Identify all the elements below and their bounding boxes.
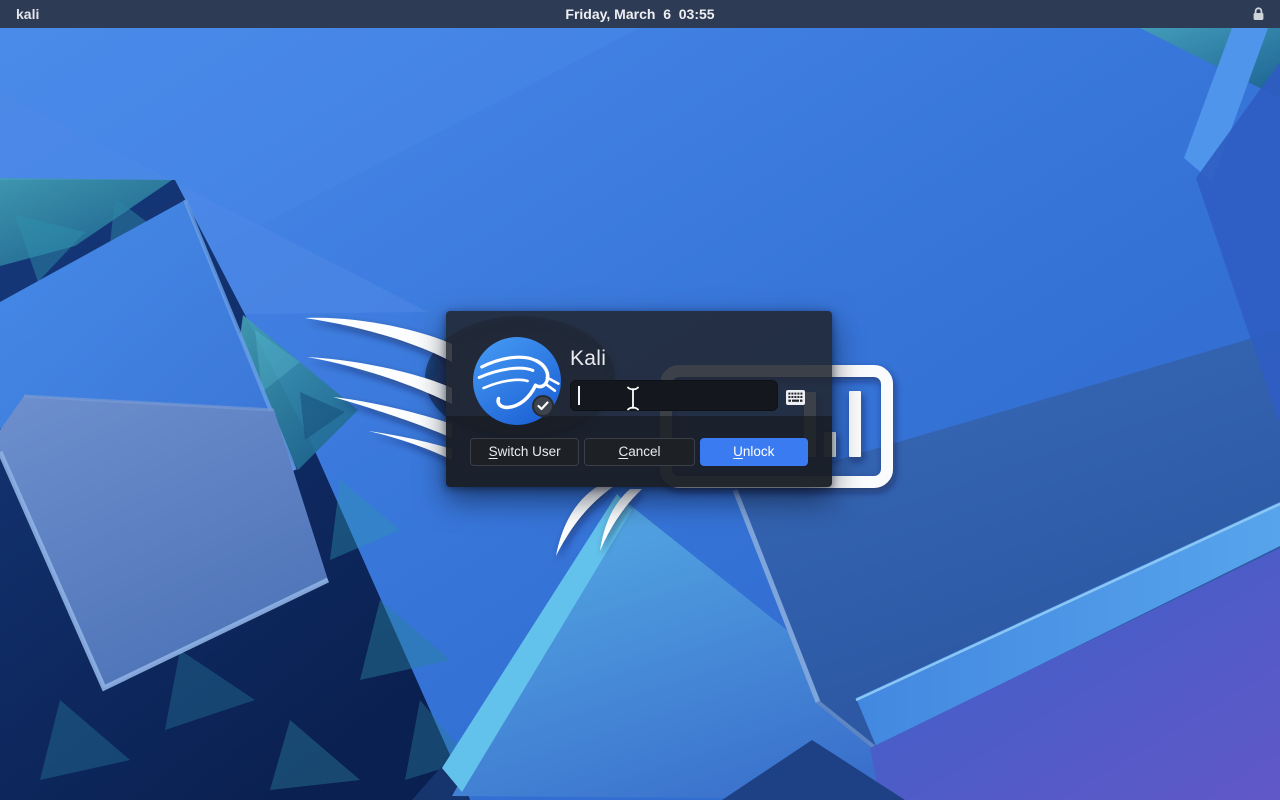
avatar-badge bbox=[532, 395, 554, 417]
keyboard-icon bbox=[786, 390, 805, 405]
text-caret bbox=[578, 386, 580, 405]
top-panel: kali Friday, March 6 03:55 bbox=[0, 0, 1280, 28]
checkmark-icon bbox=[537, 401, 549, 411]
unlock-dialog-actions: Switch User Cancel Unlock bbox=[446, 416, 832, 487]
keyboard-layout-button[interactable] bbox=[785, 388, 805, 406]
switch-user-button[interactable]: Switch User bbox=[470, 438, 579, 466]
unlock-dialog-header: Kali bbox=[446, 311, 832, 416]
unlock-dialog: Kali bbox=[446, 311, 832, 487]
user-display-name: Kali bbox=[570, 347, 606, 371]
padlock-icon bbox=[1251, 6, 1266, 22]
i-beam-cursor bbox=[625, 385, 641, 412]
password-input[interactable] bbox=[570, 380, 778, 411]
unlock-button[interactable]: Unlock bbox=[700, 438, 808, 466]
cancel-button[interactable]: Cancel bbox=[584, 438, 694, 466]
user-avatar bbox=[473, 337, 561, 425]
lock-screen: kali Friday, March 6 03:55 bbox=[0, 0, 1280, 800]
clock-label: Friday, March 6 03:55 bbox=[0, 0, 1280, 28]
